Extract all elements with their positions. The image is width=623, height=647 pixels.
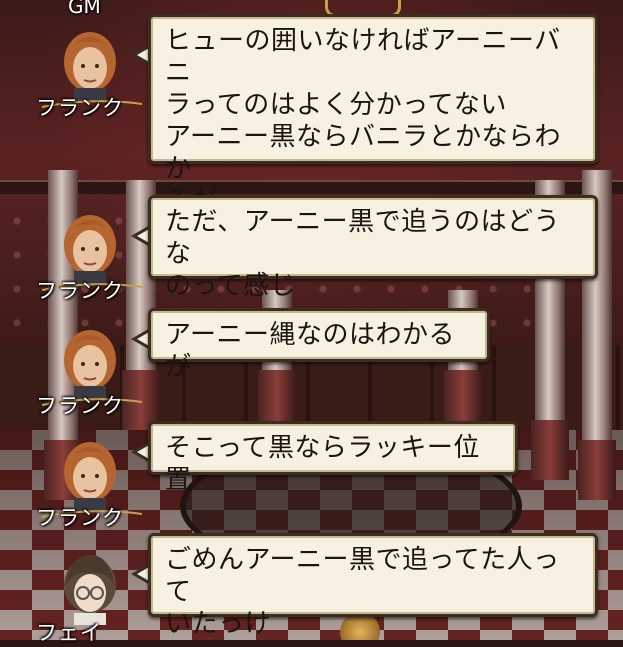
speaker-name: フランク <box>36 279 124 303</box>
message-bubble: アーニー縄なのはわかるが <box>148 308 490 382</box>
speaker-name: フェイ <box>36 621 102 645</box>
message-bubble: ヒューの囲いなければアーニーバニ ラってのはよく分かってない アーニー黒ならバニ… <box>148 14 598 216</box>
message-bubble: ごめんアーニー黒で追ってた人って いたっけ <box>148 533 598 639</box>
fay-avatar-icon <box>50 545 130 625</box>
frank-avatar-icon <box>50 432 130 512</box>
speaker-name: フランク <box>36 96 124 120</box>
gm-label: GM <box>68 0 101 18</box>
message-bubble: そこって黒ならラッキー位置 <box>148 421 518 495</box>
frank-avatar-icon <box>50 205 130 285</box>
balcony-railing <box>0 180 623 194</box>
speaker-name: フランク <box>36 506 124 530</box>
frank-avatar-icon <box>50 22 130 102</box>
message-bubble: ただ、アーニー黒で追うのはどうな のって感じ <box>148 195 598 301</box>
frank-avatar-icon <box>50 320 130 400</box>
speaker-name: フランク <box>36 394 124 418</box>
